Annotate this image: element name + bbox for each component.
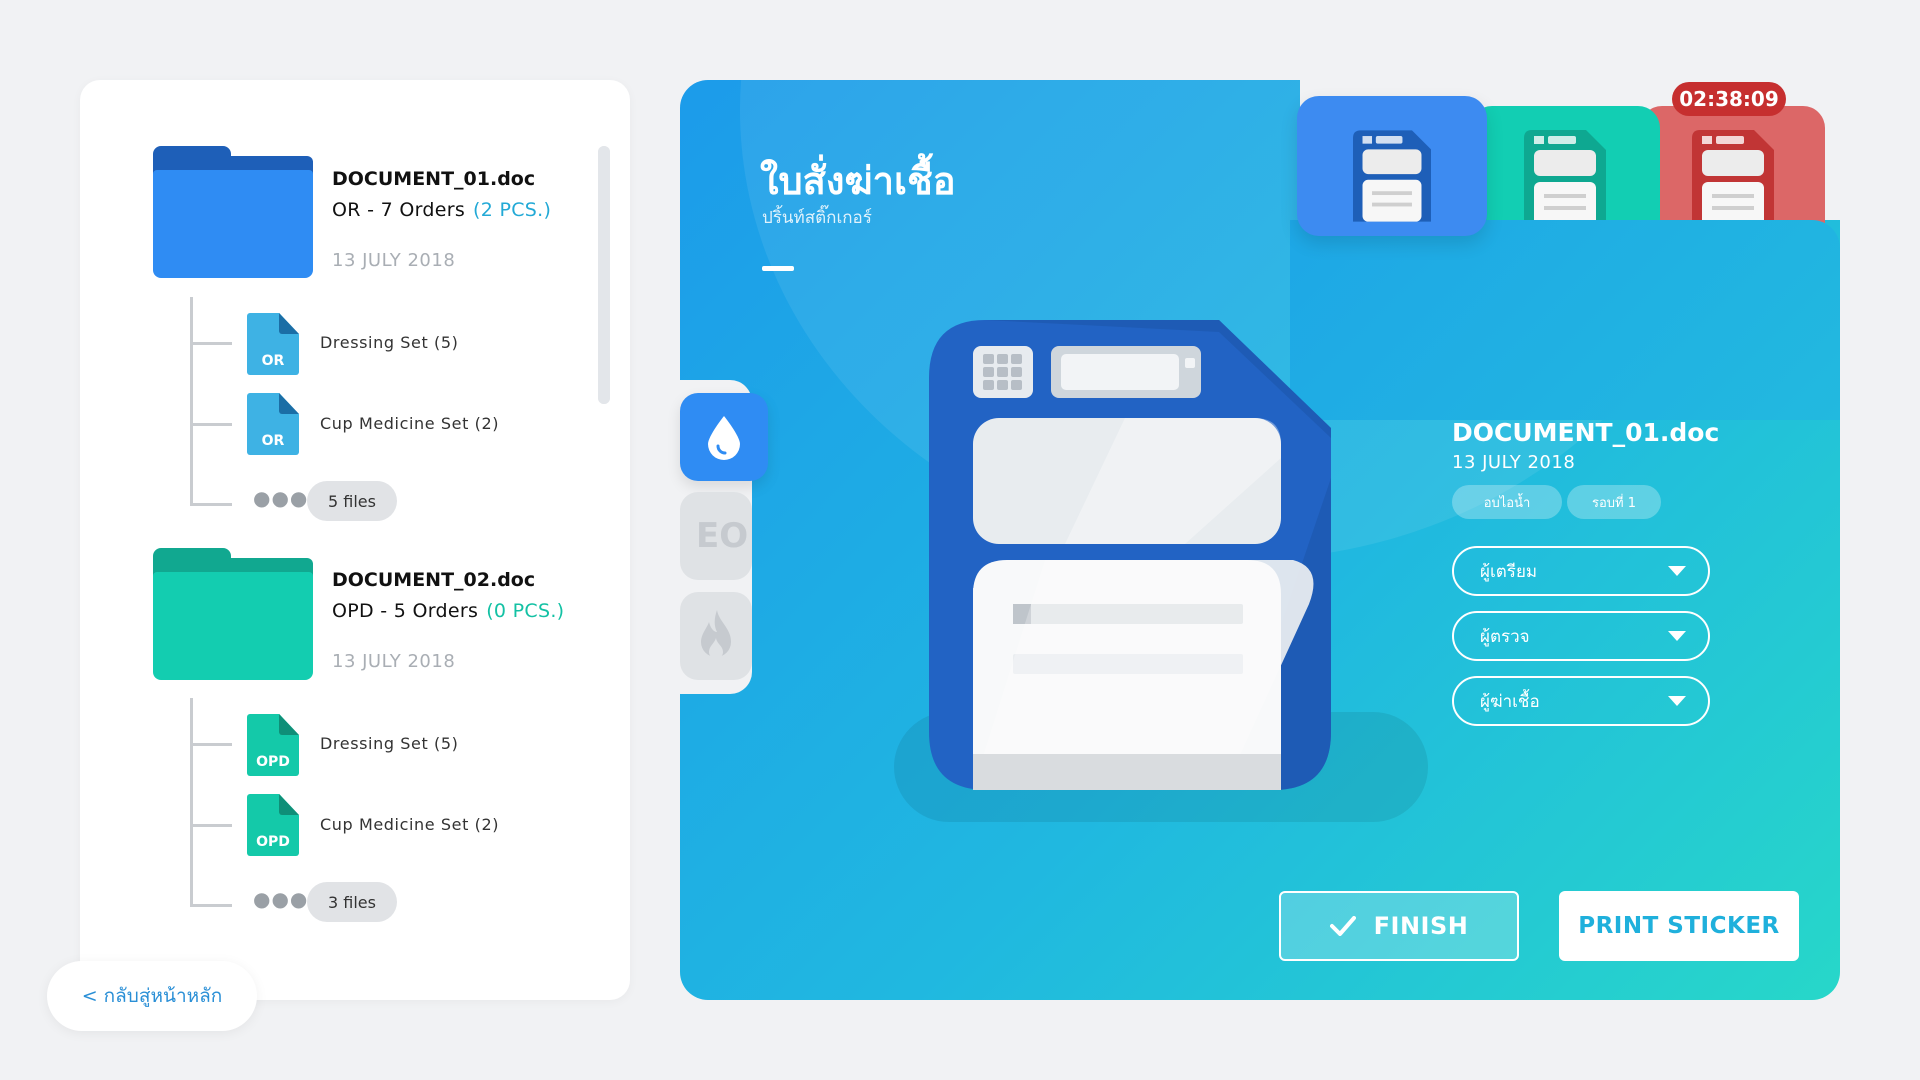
dropdown-label: ผู้เตรียม (1480, 561, 1538, 582)
tab-red-floppy[interactable] (1640, 106, 1825, 226)
list-item[interactable]: Cup Medicine Set (2) (320, 414, 499, 433)
pcs-count: (2 PCS.) (473, 199, 552, 221)
status-badge: รอบที่ 1 (1567, 485, 1661, 519)
or-file-icon[interactable]: OR (247, 313, 299, 375)
dropdown-label: ผู้ฆ่าเชื้อ (1480, 691, 1540, 712)
finish-label: FINISH (1373, 912, 1469, 940)
file-type-label: OR (261, 433, 285, 449)
tree-line (190, 698, 193, 907)
or-file-icon[interactable]: OR (247, 393, 299, 455)
file-type-label: OR (261, 353, 285, 369)
opd-file-icon[interactable]: OPD (247, 714, 299, 776)
tree-line (190, 297, 193, 506)
floppy-icon (1353, 130, 1431, 222)
steam-sterilize-tab[interactable] (680, 393, 768, 481)
list-scrollbar[interactable] (598, 146, 610, 404)
preparer-dropdown[interactable]: ผู้เตรียม (1452, 546, 1710, 596)
finish-button[interactable]: FINISH (1279, 891, 1519, 961)
list-item[interactable]: Dressing Set (5) (320, 734, 459, 753)
page-subtitle: ปริ้นท์สติ๊กเกอร์ (762, 208, 872, 228)
document-title[interactable]: DOCUMENT_02.doc (332, 569, 535, 591)
floppy-icon (1524, 130, 1606, 226)
tab-teal-floppy[interactable] (1470, 106, 1660, 226)
print-sticker-button[interactable]: PRINT STICKER (1559, 891, 1799, 961)
folder-icon[interactable] (153, 548, 313, 680)
caret-down-icon (1668, 631, 1686, 641)
document-title: DOCUMENT_01.doc (1452, 418, 1720, 447)
file-type-label: OPD (256, 834, 290, 850)
page-title: ใบสั่งฆ่าเชื้อ (760, 159, 956, 203)
tree-branch (190, 743, 232, 746)
flame-icon (701, 610, 731, 659)
tree-branch (190, 423, 232, 426)
timer-badge: 02:38:09 (1672, 82, 1786, 116)
floppy-icon (1692, 130, 1774, 226)
orders-count: OR - 7 Orders (332, 199, 466, 221)
document-orders: OR - 7 Orders (2 PCS.) (332, 199, 551, 221)
more-files-button[interactable]: 3 files (307, 882, 397, 922)
more-dots-icon: ●●● (253, 887, 309, 911)
more-dots-icon: ●●● (253, 486, 309, 510)
document-title[interactable]: DOCUMENT_01.doc (332, 168, 535, 190)
folder-icon[interactable] (153, 146, 313, 278)
document-date: 13 JULY 2018 (1452, 452, 1576, 473)
document-date: 13 JULY 2018 (332, 250, 456, 271)
scrollbar-thumb[interactable] (598, 146, 610, 404)
status-badge: อบไอน้ำ (1452, 485, 1562, 519)
list-item[interactable]: Dressing Set (5) (320, 333, 459, 352)
dropdown-label: ผู้ตรวจ (1480, 626, 1530, 647)
water-drop-icon (708, 416, 740, 460)
opd-file-icon[interactable]: OPD (247, 794, 299, 856)
inspector-dropdown[interactable]: ผู้ตรวจ (1452, 611, 1710, 661)
document-orders: OPD - 5 Orders (0 PCS.) (332, 600, 564, 622)
tree-branch (190, 824, 232, 827)
tree-branch (190, 503, 232, 506)
check-icon (1329, 916, 1356, 936)
list-item[interactable]: Cup Medicine Set (2) (320, 815, 499, 834)
orders-count: OPD - 5 Orders (332, 600, 479, 622)
more-files-button[interactable]: 5 files (307, 481, 397, 521)
sterilizer-dropdown[interactable]: ผู้ฆ่าเชื้อ (1452, 676, 1710, 726)
tab-blue-floppy[interactable] (1297, 96, 1487, 236)
pcs-count: (0 PCS.) (486, 600, 565, 622)
tree-branch (190, 904, 232, 907)
tree-branch (190, 342, 232, 345)
title-divider (762, 266, 794, 271)
eo-icon: EO (696, 516, 749, 556)
eo-sterilize-tab[interactable]: EO (680, 492, 752, 580)
plasma-sterilize-tab[interactable] (680, 592, 752, 680)
document-date: 13 JULY 2018 (332, 651, 456, 672)
file-type-label: OPD (256, 754, 290, 770)
back-to-home-button[interactable]: < กลับสู่หน้าหลัก (47, 961, 257, 1031)
caret-down-icon (1668, 566, 1686, 576)
floppy-disk-icon (929, 320, 1331, 790)
caret-down-icon (1668, 696, 1686, 706)
